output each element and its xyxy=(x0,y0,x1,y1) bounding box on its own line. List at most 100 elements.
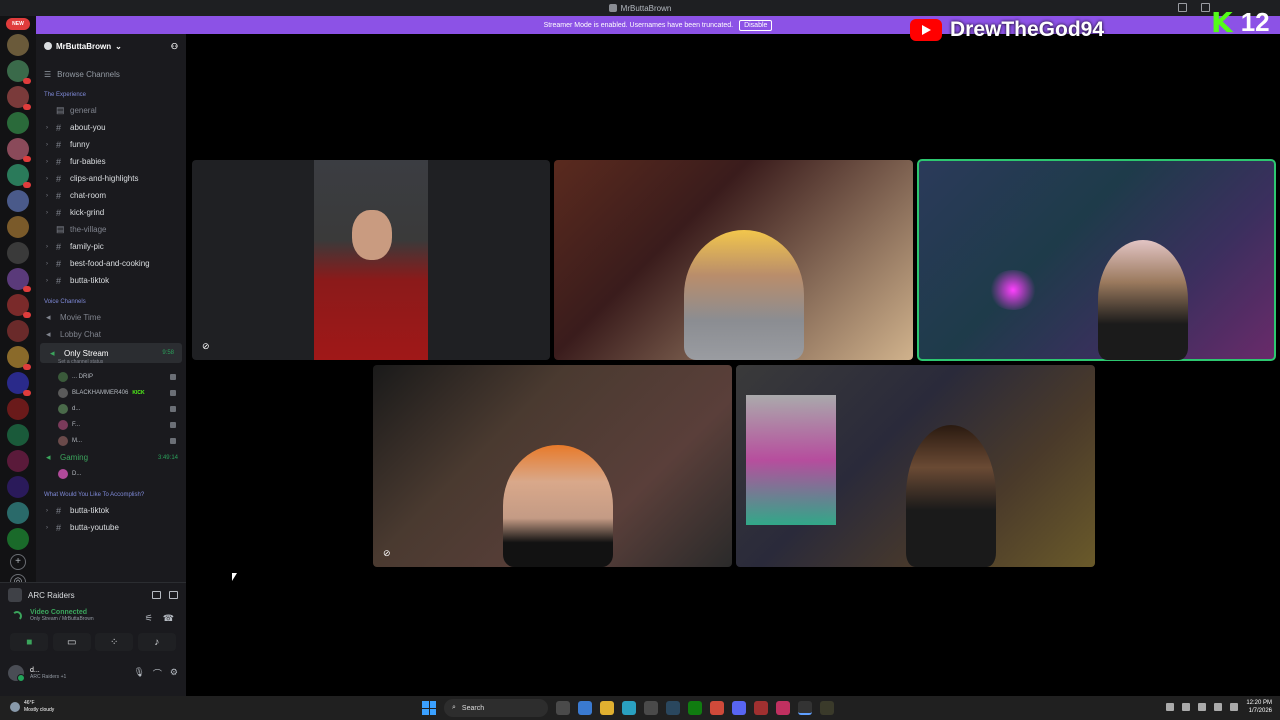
screen-icon[interactable] xyxy=(169,591,178,599)
xbox-icon[interactable] xyxy=(688,701,702,715)
server-icon[interactable] xyxy=(7,34,29,56)
video-tile[interactable] xyxy=(554,160,913,360)
voice-channel-lobby-chat[interactable]: ◂ Lobby Chat xyxy=(36,326,186,343)
settings-gear-icon[interactable]: ⚙ xyxy=(170,667,178,680)
voice-member[interactable]: ... DRIP xyxy=(36,369,186,385)
video-tile-speaking[interactable] xyxy=(917,159,1276,361)
voice-member[interactable]: BLACKHAMMER406 KICK xyxy=(36,385,186,401)
text-channel[interactable]: › # kick-grind xyxy=(36,204,186,221)
voice-member[interactable]: M... xyxy=(36,433,186,449)
task-view-icon[interactable] xyxy=(556,701,570,715)
app-icon[interactable] xyxy=(820,701,834,715)
app-icon[interactable] xyxy=(644,701,658,715)
disconnect-icon[interactable]: ☎ xyxy=(163,613,174,624)
disable-streamer-mode-button[interactable]: Disable xyxy=(739,19,773,31)
voice-controls: ■ ▭ ⁘ ♪ xyxy=(0,631,186,653)
add-server-icon[interactable]: + xyxy=(10,554,26,570)
category-voice[interactable]: Voice Channels xyxy=(36,295,186,309)
text-channel[interactable]: › # funny xyxy=(36,136,186,153)
help-icon[interactable] xyxy=(1201,3,1210,12)
text-channel[interactable]: ▤ general xyxy=(36,102,186,119)
server-icon[interactable] xyxy=(7,164,31,188)
app-icon[interactable] xyxy=(754,701,768,715)
camera-button[interactable]: ■ xyxy=(10,633,49,651)
windows-start-icon[interactable] xyxy=(422,701,436,715)
server-icon[interactable] xyxy=(7,450,29,472)
text-channel[interactable]: › # fur-babies xyxy=(36,153,186,170)
kick-badge: KICK xyxy=(132,390,145,396)
obs-icon[interactable] xyxy=(798,701,812,715)
server-icon[interactable] xyxy=(7,294,31,318)
volume-icon[interactable] xyxy=(1230,703,1239,711)
tray-app-icon[interactable] xyxy=(1198,703,1207,711)
server-icon[interactable] xyxy=(7,242,29,264)
tray-chevron-icon[interactable] xyxy=(1166,703,1175,711)
server-header[interactable]: MrButtaBrown ⌄ ⚇ xyxy=(36,34,186,58)
channel-status[interactable]: Set a channel status xyxy=(36,359,186,369)
file-explorer-icon[interactable] xyxy=(600,701,614,715)
noise-suppression-icon[interactable]: ⚟ xyxy=(145,613,153,624)
voice-member[interactable]: d... xyxy=(36,401,186,417)
text-channel[interactable]: › # butta-tiktok xyxy=(36,272,186,289)
new-badge[interactable]: NEW xyxy=(6,18,30,30)
network-icon[interactable] xyxy=(1214,703,1223,711)
video-tile[interactable]: ⊘ xyxy=(373,365,732,567)
category-experience[interactable]: The Experience xyxy=(36,88,186,102)
server-icon[interactable] xyxy=(7,60,31,84)
voice-channel-movie-time[interactable]: ◂ Movie Time xyxy=(36,309,186,326)
text-channel[interactable]: › # butta-youtube xyxy=(36,519,186,536)
server-icon[interactable] xyxy=(7,138,31,162)
app-icon[interactable] xyxy=(776,701,790,715)
server-icon[interactable] xyxy=(7,476,29,498)
browse-channels[interactable]: ☰ Browse Channels xyxy=(36,66,186,82)
video-tile[interactable] xyxy=(736,365,1095,567)
server-icon[interactable] xyxy=(7,268,31,292)
activity-row[interactable]: ARC Raiders xyxy=(0,583,186,607)
text-channel[interactable]: › # chat-room xyxy=(36,187,186,204)
server-icon[interactable] xyxy=(7,190,29,212)
add-member-icon[interactable]: ⚇ xyxy=(171,42,178,51)
microphone-icon[interactable]: 🎙︎ xyxy=(133,667,144,680)
clock[interactable]: 12:20 PM 1/7/2026 xyxy=(1246,699,1272,715)
server-icon[interactable] xyxy=(7,372,31,396)
avatar[interactable] xyxy=(8,665,25,682)
server-icon[interactable] xyxy=(7,346,31,370)
text-channel[interactable]: › # clips-and-highlights xyxy=(36,170,186,187)
text-channel[interactable]: › # about-you xyxy=(36,119,186,136)
server-icon[interactable] xyxy=(7,112,29,134)
text-channel[interactable]: › # family-pic xyxy=(36,238,186,255)
category-accomplish[interactable]: What Would You Like To Accomplish? xyxy=(36,488,186,502)
soundboard-button[interactable]: ♪ xyxy=(137,633,176,651)
video-tile[interactable]: ⊘ xyxy=(192,160,550,360)
copilot-icon[interactable] xyxy=(578,701,592,715)
weather-widget[interactable]: 46°F Mostly cloudy xyxy=(10,700,54,714)
voice-member[interactable]: F... xyxy=(36,417,186,433)
tray-app-icon[interactable] xyxy=(1182,703,1191,711)
server-icon[interactable] xyxy=(7,424,29,446)
activity-icon[interactable] xyxy=(152,591,161,599)
discord-logo-icon xyxy=(608,4,617,12)
server-icon[interactable] xyxy=(7,502,29,524)
headphones-icon[interactable]: ⌒ xyxy=(153,667,162,680)
server-icon[interactable] xyxy=(7,528,29,550)
share-screen-button[interactable]: ▭ xyxy=(52,633,91,651)
voice-channel-gaming[interactable]: ◂ Gaming 3:49:14 xyxy=(36,449,186,466)
taskbar-search[interactable]: ⌕ Search xyxy=(444,699,548,717)
activities-button[interactable]: ⁘ xyxy=(95,633,134,651)
inbox-icon[interactable] xyxy=(1178,3,1187,12)
discord-icon[interactable] xyxy=(732,701,746,715)
rgb-light xyxy=(988,270,1038,310)
server-icon[interactable] xyxy=(7,320,29,342)
text-channel[interactable]: › # butta-tiktok xyxy=(36,502,186,519)
text-channel[interactable]: ▤ the-village xyxy=(36,221,186,238)
text-channel[interactable]: › # best-food-and-cooking xyxy=(36,255,186,272)
steam-icon[interactable] xyxy=(666,701,680,715)
text-channel-label: about-you xyxy=(70,123,106,132)
server-icon[interactable] xyxy=(7,398,29,420)
server-icon[interactable] xyxy=(7,216,29,238)
chrome-icon[interactable] xyxy=(710,701,724,715)
edge-icon[interactable] xyxy=(622,701,636,715)
voice-member[interactable]: D... xyxy=(36,466,186,482)
voice-timer: 3:49:14 xyxy=(157,454,178,461)
server-icon[interactable] xyxy=(7,86,31,110)
